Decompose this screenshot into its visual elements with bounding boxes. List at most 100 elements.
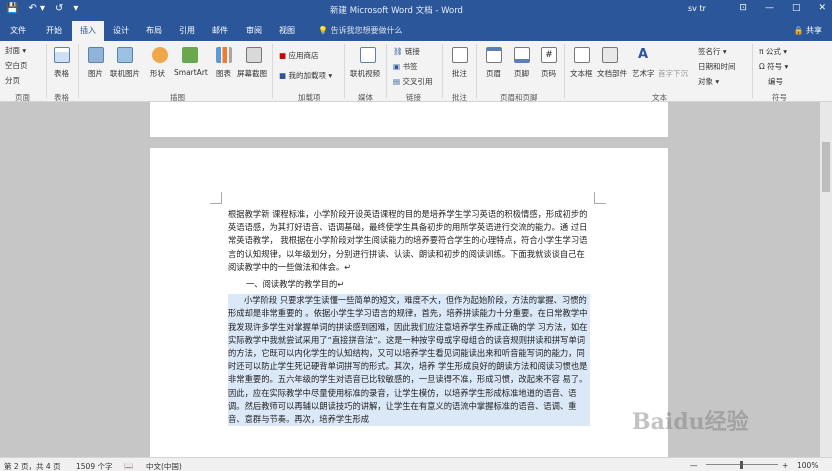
- minimize-icon[interactable]: —: [765, 3, 774, 13]
- header-button[interactable]: 页眉: [486, 68, 501, 79]
- tab-references[interactable]: 引用: [179, 25, 195, 36]
- page-current[interactable]: 根据教学新 课程标准，小学阶段开设英语课程的目的是培养学生学习英语的积极情感，形…: [150, 148, 668, 457]
- date-time-button[interactable]: 日期和时间: [698, 61, 736, 72]
- dropcap-button[interactable]: 首字下沉: [658, 68, 688, 79]
- window-controls: ⊡ — □ ✕: [739, 3, 826, 13]
- bookmark-icon: ▣: [393, 62, 401, 71]
- group-separator: [386, 44, 387, 98]
- my-addins-label: 我的加载项: [288, 71, 326, 80]
- customize-qat-icon[interactable]: ▾: [73, 3, 78, 14]
- blank-page-button[interactable]: 空白页: [5, 60, 28, 71]
- zoom-slider-thumb[interactable]: [740, 461, 743, 469]
- paragraph-selected[interactable]: 小学阶段 只要求学生读懂一些简单的短文，难度不大，但作为起始阶段，方法的掌握、习…: [228, 294, 590, 427]
- group-separator: [752, 44, 753, 98]
- zoom-out-button[interactable]: —: [690, 461, 698, 470]
- proofing-icon[interactable]: 📖: [124, 461, 133, 470]
- section-heading[interactable]: 一、阅读教学的教学目的↵: [228, 278, 590, 291]
- share-button[interactable]: 🔒 共享: [793, 25, 822, 36]
- signature-line-button[interactable]: 签名行 ▾: [698, 46, 727, 57]
- quick-parts-icon: [602, 47, 618, 63]
- ribbon-tabs: 文件 开始 插入 设计 布局 引用 邮件 审阅 视图 💡 告诉我您想要做什么 🔒…: [0, 19, 832, 41]
- footer-icon: [514, 47, 530, 63]
- language-status[interactable]: 中文(中国): [146, 461, 182, 471]
- chart-icon: [216, 47, 232, 63]
- tab-layout[interactable]: 布局: [146, 25, 162, 36]
- picture-button[interactable]: 图片: [88, 68, 103, 79]
- ribbon-display-icon[interactable]: ⊡: [739, 3, 747, 13]
- comment-button[interactable]: 批注: [452, 68, 467, 79]
- undo-icon[interactable]: ↶ ▾: [28, 3, 45, 14]
- user-name[interactable]: sv tr: [688, 4, 706, 13]
- link-icon: ⛓: [393, 47, 403, 56]
- tab-design[interactable]: 设计: [113, 25, 129, 36]
- scrollbar-thumb[interactable]: [822, 142, 830, 192]
- smartart-button[interactable]: SmartArt: [174, 68, 208, 77]
- shapes-button[interactable]: 形状: [150, 68, 165, 79]
- page-number-button[interactable]: 页码: [541, 68, 556, 79]
- redo-icon[interactable]: ↺: [55, 3, 63, 14]
- table-icon: [54, 47, 70, 63]
- quick-parts-button[interactable]: 文档部件: [597, 68, 627, 79]
- group-separator: [476, 44, 477, 98]
- screenshot-button[interactable]: 屏幕截图: [237, 68, 267, 79]
- maximize-icon[interactable]: □: [792, 3, 801, 13]
- my-addins-icon: ■: [279, 71, 287, 80]
- tab-view[interactable]: 视图: [279, 25, 295, 36]
- page-count-status[interactable]: 第 2 页，共 4 页: [4, 461, 61, 471]
- status-bar: 第 2 页，共 4 页 1509 个字 📖 中文(中国) — + 100%: [0, 457, 832, 471]
- zoom-in-button[interactable]: +: [782, 461, 788, 470]
- tab-file[interactable]: 文件: [10, 25, 26, 36]
- bookmark-button[interactable]: ▣ 书签: [393, 61, 417, 72]
- online-picture-icon: [117, 47, 133, 63]
- footer-button[interactable]: 页脚: [514, 68, 529, 79]
- close-icon[interactable]: ✕: [818, 3, 826, 13]
- picture-icon: [88, 47, 104, 63]
- online-video-icon: [360, 47, 376, 63]
- chart-button[interactable]: 图表: [216, 68, 231, 79]
- store-label: 应用商店: [288, 51, 319, 60]
- tab-home[interactable]: 开始: [46, 25, 62, 36]
- comment-icon: [452, 47, 468, 63]
- group-separator: [46, 44, 47, 98]
- link-button[interactable]: ⛓ 链接: [393, 46, 420, 57]
- store-button[interactable]: ■ 应用商店: [279, 50, 318, 61]
- cover-page-button[interactable]: 封面 ▾: [5, 45, 26, 56]
- online-picture-button[interactable]: 联机图片: [110, 68, 140, 79]
- table-button[interactable]: 表格: [54, 68, 69, 79]
- watermark-logo: Baidu经验: [632, 409, 749, 435]
- cross-reference-label: 交叉引用: [402, 77, 433, 86]
- paragraph[interactable]: 根据教学新 课程标准，小学阶段开设英语课程的目的是培养学生学习英语的积极情感，形…: [228, 208, 590, 274]
- group-separator: [272, 44, 273, 98]
- equation-button[interactable]: π 公式 ▾: [759, 46, 787, 57]
- zoom-level[interactable]: 100%: [797, 461, 818, 470]
- my-addins-button[interactable]: ■ 我的加载项 ▾: [279, 70, 332, 81]
- online-video-button[interactable]: 联机视频: [350, 68, 380, 79]
- link-label: 链接: [404, 47, 420, 56]
- page-previous[interactable]: [150, 102, 668, 137]
- group-separator: [564, 44, 565, 98]
- tab-mailings[interactable]: 邮件: [212, 25, 228, 36]
- wordart-button[interactable]: 艺术字: [632, 68, 655, 79]
- symbol-button[interactable]: Ω 符号 ▾: [759, 61, 788, 72]
- vertical-scrollbar[interactable]: [820, 102, 832, 457]
- group-separator: [344, 44, 345, 98]
- title-bar: 💾 ↶ ▾ ↺ ▾ 新建 Microsoft Word 文档 - Word sv…: [0, 0, 832, 19]
- tab-review[interactable]: 审阅: [246, 25, 262, 36]
- save-icon[interactable]: 💾: [6, 3, 18, 14]
- textbox-button[interactable]: 文本框: [570, 68, 593, 79]
- group-separator: [442, 44, 443, 98]
- store-icon: ■: [279, 51, 287, 60]
- quick-access-toolbar: 💾 ↶ ▾ ↺ ▾: [6, 3, 78, 14]
- object-button[interactable]: 对象 ▾: [698, 76, 719, 87]
- tell-me-search[interactable]: 💡 告诉我您想要做什么: [318, 25, 403, 36]
- word-count-status[interactable]: 1509 个字: [76, 461, 112, 471]
- wordart-icon: A: [637, 47, 649, 62]
- tab-insert[interactable]: 插入: [72, 21, 104, 41]
- cross-reference-button[interactable]: ▤ 交叉引用: [393, 76, 432, 87]
- page-break-button[interactable]: 分页: [5, 75, 20, 86]
- document-body[interactable]: 根据教学新 课程标准，小学阶段开设英语课程的目的是培养学生学习英语的积极情感，形…: [228, 208, 590, 427]
- shapes-icon: [152, 47, 168, 63]
- textbox-icon: [574, 47, 590, 63]
- numbering-button[interactable]: 编号: [768, 76, 783, 87]
- window-title: 新建 Microsoft Word 文档 - Word: [330, 6, 463, 16]
